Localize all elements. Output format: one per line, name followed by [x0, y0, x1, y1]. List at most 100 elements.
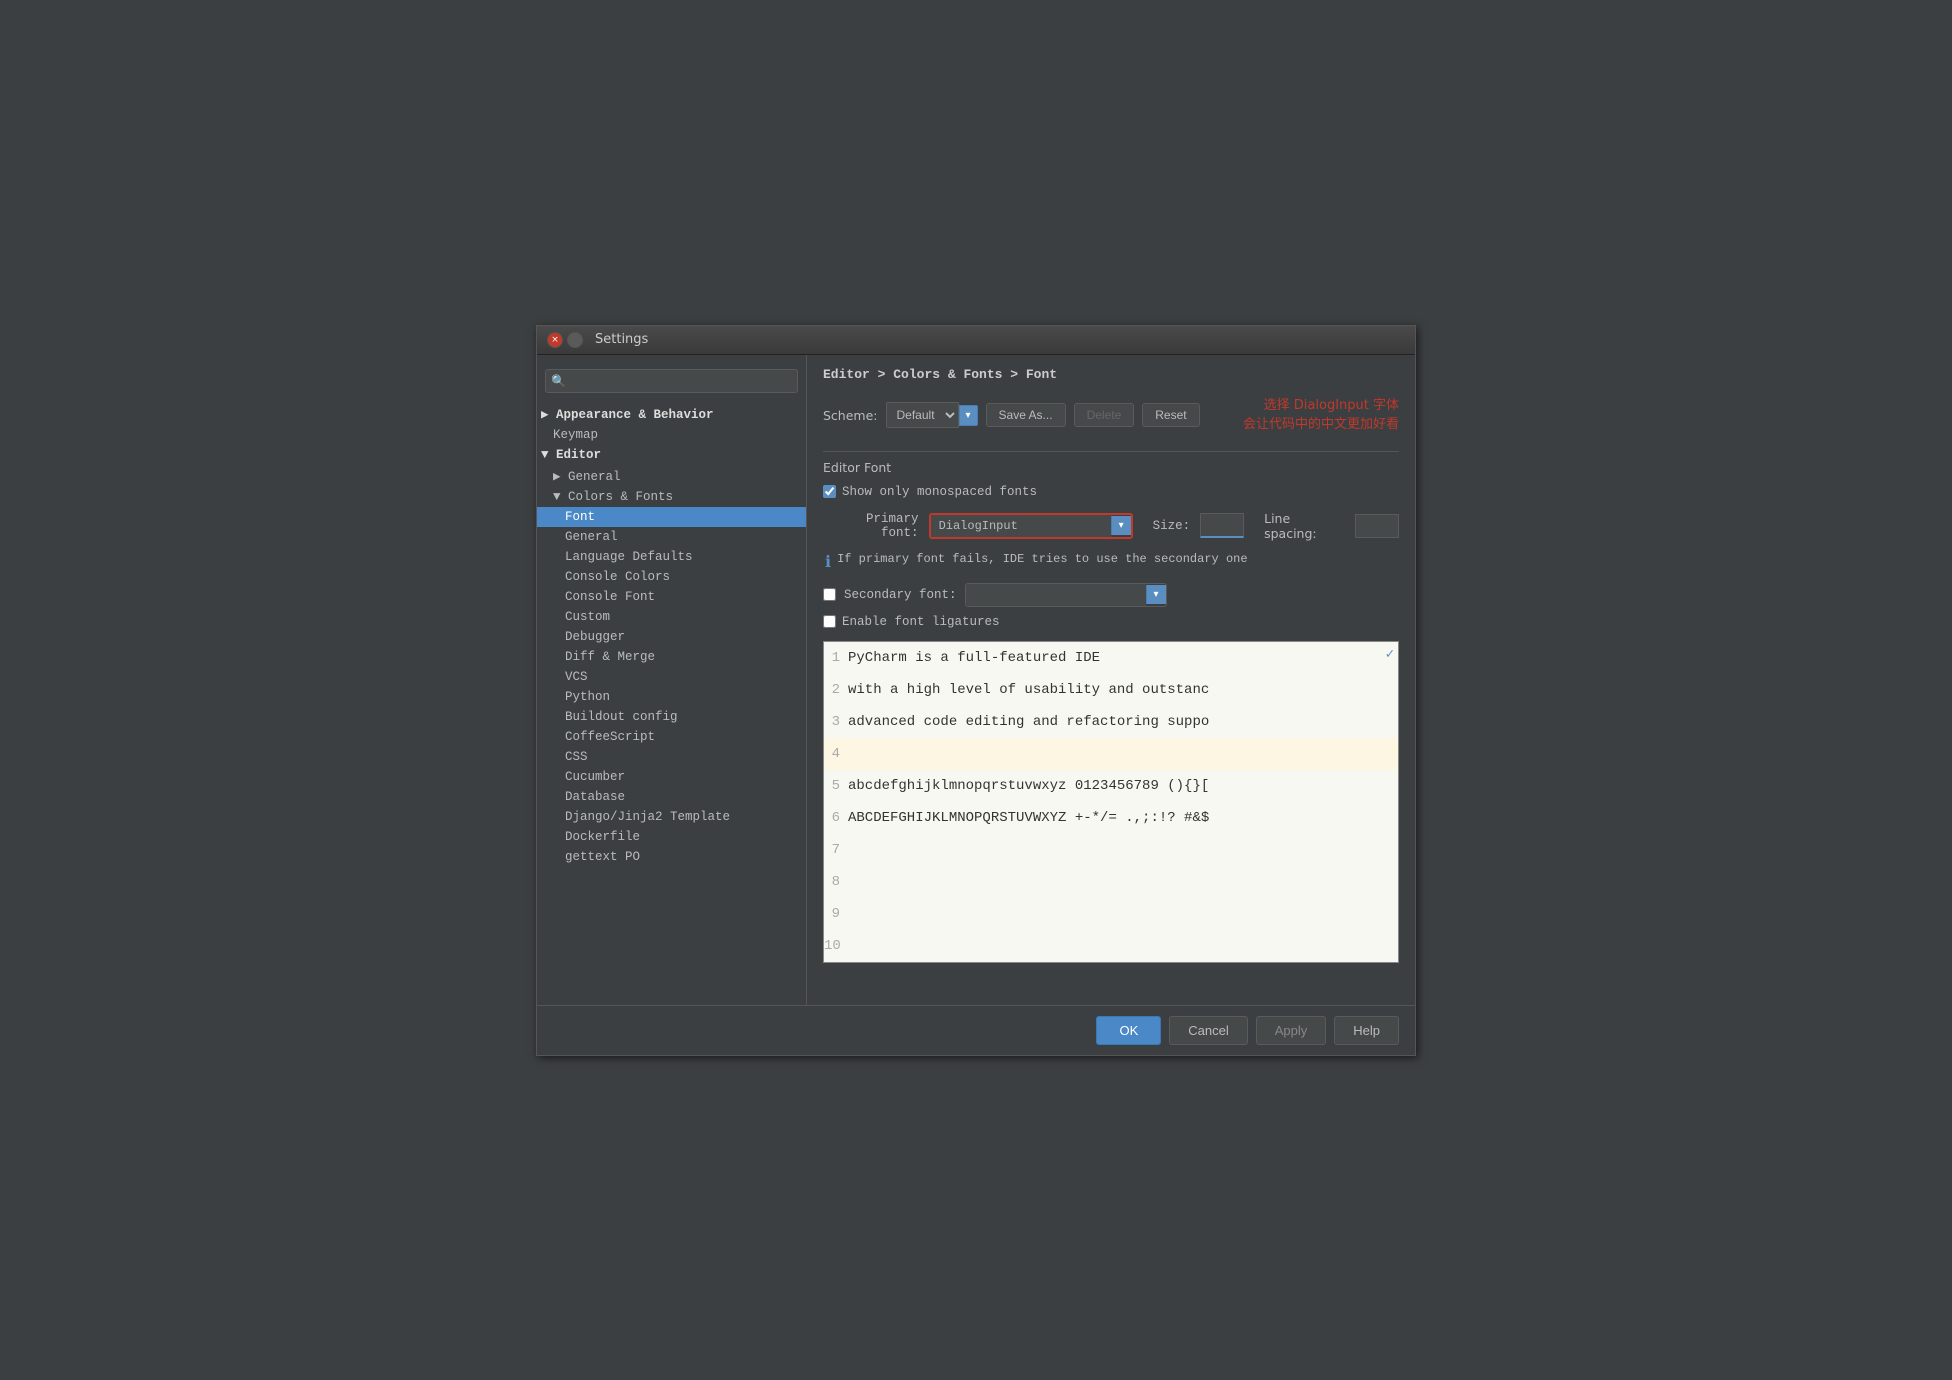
sidebar-item-coffeescript[interactable]: CoffeeScript [537, 727, 806, 747]
sidebar-item-keymap-label: Keymap [553, 428, 598, 442]
info-text: If primary font fails, IDE tries to use … [837, 551, 1247, 568]
sidebar-item-general[interactable]: ▶ General [537, 465, 806, 487]
line-content-3: advanced code editing and refactoring su… [848, 714, 1209, 730]
sidebar-item-gettext[interactable]: gettext PO [537, 847, 806, 867]
preview-area: ✓ 1 PyCharm is a full-featured IDE 2 wit… [823, 641, 1399, 963]
sidebar-item-lang-defaults[interactable]: Language Defaults [537, 547, 806, 567]
breadcrumb-sep2: > [1010, 367, 1026, 382]
help-button[interactable]: Help [1334, 1016, 1399, 1045]
secondary-font-arrow-button[interactable]: ▾ [1146, 585, 1166, 604]
sidebar-item-django[interactable]: Django/Jinja2 Template [537, 807, 806, 827]
line-num-1: 1 [824, 650, 848, 666]
primary-font-input-group: ▾ [929, 513, 1133, 539]
sidebar-item-vcs-label: VCS [565, 670, 588, 684]
line-num-10: 10 [824, 938, 848, 954]
divider [823, 451, 1399, 452]
sidebar-item-buildout[interactable]: Buildout config [537, 707, 806, 727]
sidebar-item-keymap[interactable]: Keymap [537, 425, 806, 445]
sidebar-item-font-label: Font [565, 510, 595, 524]
sidebar-item-colors-fonts-label: ▼ Colors & Fonts [553, 490, 673, 504]
main-area: 🔍 ▶ Appearance & Behavior Keymap ▼ Edito… [537, 355, 1415, 1005]
line-num-8: 8 [824, 874, 848, 890]
reset-button[interactable]: Reset [1142, 403, 1199, 427]
search-input[interactable] [545, 369, 798, 393]
sidebar-item-django-label: Django/Jinja2 Template [565, 810, 730, 824]
sidebar-item-vcs[interactable]: VCS [537, 667, 806, 687]
window-title: Settings [595, 332, 648, 347]
section-label: Editor Font [823, 460, 1399, 475]
line-content-2: with a high level of usability and outst… [848, 682, 1209, 698]
sidebar-item-general-label: ▶ General [553, 470, 621, 484]
preview-line-4: 4 [824, 738, 1398, 770]
primary-font-row: Primary font: ▾ Size: 24 Line spacing: .… [823, 511, 1399, 541]
secondary-font-input[interactable] [966, 584, 1146, 606]
sidebar-item-css[interactable]: CSS [537, 747, 806, 767]
sidebar-item-font[interactable]: Font [537, 507, 806, 527]
save-as-button[interactable]: Save As... [986, 403, 1066, 427]
ligatures-checkbox[interactable] [823, 615, 836, 628]
close-button[interactable]: × [547, 332, 563, 348]
breadcrumb-sep1: > [878, 367, 894, 382]
ligatures-row: Enable font ligatures [823, 615, 1399, 629]
sidebar-item-database[interactable]: Database [537, 787, 806, 807]
sidebar-item-custom[interactable]: Custom [537, 607, 806, 627]
preview-line-3: 3 advanced code editing and refactoring … [824, 706, 1398, 738]
annotation-box: 选择 DialogInput 字体 会让代码中的中文更加好看 [1243, 396, 1399, 435]
sidebar-item-diff-merge-label: Diff & Merge [565, 650, 655, 664]
scheme-arrow-button[interactable]: ▾ [959, 405, 978, 426]
settings-window: × Settings 🔍 ▶ Appearance & Behavior Key… [536, 325, 1416, 1056]
scroll-indicator: ✓ [1386, 646, 1394, 663]
preview-line-1: 1 PyCharm is a full-featured IDE [824, 642, 1398, 674]
sidebar-item-lang-defaults-label: Language Defaults [565, 550, 693, 564]
sidebar-item-cucumber-label: Cucumber [565, 770, 625, 784]
show-monospaced-checkbox[interactable] [823, 485, 836, 498]
sidebar-item-diff-merge[interactable]: Diff & Merge [537, 647, 806, 667]
size-label: Size: [1153, 519, 1191, 533]
sidebar-item-appearance-label: ▶ Appearance & Behavior [541, 408, 714, 422]
sidebar-item-editor[interactable]: ▼ Editor [537, 445, 806, 465]
sidebar-item-cucumber[interactable]: Cucumber [537, 767, 806, 787]
sidebar-item-buildout-label: Buildout config [565, 710, 678, 724]
size-input[interactable]: 24 [1200, 513, 1244, 538]
secondary-font-label: Secondary font: [844, 588, 957, 602]
sidebar-item-css-label: CSS [565, 750, 588, 764]
content-panel: Editor > Colors & Fonts > Font Scheme: D… [807, 355, 1415, 1005]
preview-line-10: 10 [824, 930, 1398, 962]
apply-button[interactable]: Apply [1256, 1016, 1327, 1045]
search-box: 🔍 [545, 369, 798, 393]
sidebar-item-database-label: Database [565, 790, 625, 804]
line-num-6: 6 [824, 810, 848, 826]
sidebar-item-python[interactable]: Python [537, 687, 806, 707]
cancel-button[interactable]: Cancel [1169, 1016, 1247, 1045]
scheme-select[interactable]: Default [886, 402, 959, 428]
sidebar-item-debugger[interactable]: Debugger [537, 627, 806, 647]
sidebar-item-appearance[interactable]: ▶ Appearance & Behavior [537, 403, 806, 425]
ok-button[interactable]: OK [1096, 1016, 1161, 1045]
sidebar-item-console-font[interactable]: Console Font [537, 587, 806, 607]
secondary-font-checkbox[interactable] [823, 588, 836, 601]
sidebar-item-console-colors-label: Console Colors [565, 570, 670, 584]
breadcrumb: Editor > Colors & Fonts > Font [823, 367, 1399, 382]
sidebar-item-colors-fonts[interactable]: ▼ Colors & Fonts [537, 487, 806, 507]
editor-font-section: Editor Font Show only monospaced fonts P… [823, 460, 1399, 629]
delete-button[interactable]: Delete [1074, 403, 1135, 427]
line-num-5: 5 [824, 778, 848, 794]
line-spacing-label: Line spacing: [1264, 511, 1345, 541]
sidebar-item-debugger-label: Debugger [565, 630, 625, 644]
ligatures-label: Enable font ligatures [842, 615, 1000, 629]
scheme-label: Scheme: [823, 408, 878, 423]
show-monospaced-label: Show only monospaced fonts [842, 485, 1037, 499]
sidebar-item-general2[interactable]: General [537, 527, 806, 547]
close-icon: × [551, 335, 559, 345]
sidebar-item-dockerfile-label: Dockerfile [565, 830, 640, 844]
sidebar-item-dockerfile[interactable]: Dockerfile [537, 827, 806, 847]
sidebar-item-console-colors[interactable]: Console Colors [537, 567, 806, 587]
line-spacing-input[interactable]: ..0 [1355, 514, 1399, 538]
primary-font-input[interactable] [931, 515, 1111, 537]
primary-font-arrow-button[interactable]: ▾ [1111, 516, 1131, 535]
minimize-button[interactable] [567, 332, 583, 348]
info-row: ℹ If primary font fails, IDE tries to us… [825, 551, 1399, 571]
line-content-5: abcdefghijklmnopqrstuvwxyz 0123456789 ()… [848, 778, 1209, 794]
info-icon: ℹ [825, 552, 831, 571]
bottom-bar: OK Cancel Apply Help [537, 1005, 1415, 1055]
